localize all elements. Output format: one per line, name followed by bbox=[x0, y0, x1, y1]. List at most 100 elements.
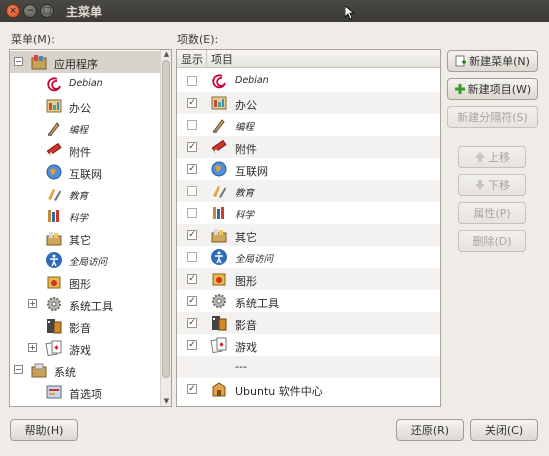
tree-item[interactable]: + 系统工具 bbox=[10, 293, 160, 315]
item-row[interactable]: ✓ 图形 bbox=[177, 268, 440, 290]
show-checkbox[interactable]: ✓ bbox=[187, 274, 197, 284]
show-checkbox[interactable]: ✓ bbox=[187, 164, 197, 174]
collapse-icon[interactable]: − bbox=[14, 365, 23, 374]
science-icon bbox=[48, 210, 59, 222]
item-column-header[interactable]: 项目 bbox=[207, 50, 440, 68]
item-label: 游戏 bbox=[235, 341, 257, 354]
multimedia-icon bbox=[212, 316, 227, 331]
item-label: 编程 bbox=[235, 122, 255, 133]
move-down-label: 下移 bbox=[488, 179, 510, 192]
separator-label: --- bbox=[235, 360, 247, 373]
item-label: 影音 bbox=[235, 319, 257, 332]
new-menu-icon bbox=[455, 55, 467, 67]
delete-button[interactable]: 删除(D) bbox=[458, 230, 526, 252]
show-checkbox[interactable]: ✓ bbox=[187, 384, 197, 394]
show-checkbox[interactable] bbox=[187, 120, 197, 130]
collapse-icon[interactable]: − bbox=[14, 57, 23, 66]
new-separator-label: 新建分隔符(S) bbox=[457, 111, 528, 124]
show-checkbox[interactable]: ✓ bbox=[187, 142, 197, 152]
item-row[interactable]: 科学 bbox=[177, 202, 440, 224]
tree-item[interactable]: 图形 bbox=[10, 271, 160, 293]
tree-item[interactable]: 科学 bbox=[10, 205, 160, 227]
tree-item-label: 图形 bbox=[69, 278, 91, 291]
item-row[interactable]: ✓ 其它 bbox=[177, 224, 440, 246]
scroll-down-arrow-icon[interactable]: ▼ bbox=[162, 398, 171, 405]
menu-tree[interactable]: − 应用程序 Debian 办公 编程 附件 互联网 教育 科学 其它 全局访问 图形 + 系统工具 影音 +… bbox=[9, 49, 172, 407]
software-center-icon bbox=[212, 382, 226, 397]
tree-item[interactable]: 教育 bbox=[10, 183, 160, 205]
close-window-icon[interactable]: × bbox=[6, 4, 20, 18]
tree-item[interactable]: Debian bbox=[10, 73, 160, 95]
scroll-up-arrow-icon[interactable]: ▲ bbox=[162, 51, 171, 58]
games-cards-icon bbox=[45, 340, 62, 357]
item-label: 图形 bbox=[235, 275, 257, 288]
tree-item[interactable]: 影音 bbox=[10, 315, 160, 337]
tree-item[interactable]: 首选项 bbox=[10, 381, 160, 403]
item-row[interactable]: ✓ 系统工具 bbox=[177, 290, 440, 312]
revert-button[interactable]: 还原(R) bbox=[396, 419, 464, 441]
system-tools-gear-icon bbox=[212, 294, 226, 308]
item-label: 科学 bbox=[235, 210, 255, 221]
tree-item-label: 教育 bbox=[69, 191, 89, 202]
show-checkbox[interactable] bbox=[187, 76, 197, 86]
tree-item[interactable]: − 系统 bbox=[10, 359, 160, 381]
menu-tree-scrollbar[interactable]: ▲ ▼ bbox=[160, 50, 171, 406]
item-label: 全局访问 bbox=[235, 254, 274, 265]
item-row[interactable]: ✓ Ubuntu 软件中心 bbox=[177, 378, 440, 400]
scrollbar-thumb[interactable] bbox=[162, 60, 170, 378]
show-checkbox[interactable] bbox=[187, 252, 197, 262]
tree-item-label: 科学 bbox=[69, 213, 89, 224]
show-checkbox[interactable] bbox=[187, 208, 197, 218]
new-item-label: 新建项目(W) bbox=[467, 83, 532, 96]
show-checkbox[interactable]: ✓ bbox=[187, 230, 197, 240]
item-row[interactable]: ✓ 游戏 bbox=[177, 334, 440, 356]
applications-folder-icon bbox=[31, 55, 47, 70]
tree-item[interactable]: 全局访问 bbox=[10, 249, 160, 271]
items-list[interactable]: 显示 项目 Debian ✓ 办公编程 ✓ 附件 ✓ 互联网 教育科学 ✓ 其它全局访问 ✓ 图形 ✓ 系… bbox=[176, 49, 441, 407]
plus-icon bbox=[454, 84, 465, 94]
internet-globe-icon bbox=[211, 161, 227, 177]
item-row[interactable]: ✓ 影音 bbox=[177, 312, 440, 334]
item-row[interactable]: 教育 bbox=[177, 180, 440, 202]
separator-row[interactable]: --- bbox=[177, 356, 440, 378]
new-item-button[interactable]: 新建项目(W) bbox=[447, 78, 538, 100]
item-row[interactable]: ✓ 办公 bbox=[177, 92, 440, 114]
tree-item[interactable]: + 游戏 bbox=[10, 337, 160, 359]
show-column-header[interactable]: 显示 bbox=[177, 50, 207, 68]
internet-globe-icon bbox=[46, 164, 62, 180]
title-bar: × − □ 主菜单 bbox=[0, 0, 549, 22]
minimize-window-icon[interactable]: − bbox=[23, 4, 37, 18]
properties-button[interactable]: 属性(P) bbox=[458, 202, 526, 224]
expand-icon[interactable]: + bbox=[28, 299, 37, 308]
tree-item[interactable]: 办公 bbox=[10, 95, 160, 117]
show-checkbox[interactable] bbox=[187, 186, 197, 196]
item-row[interactable]: 编程 bbox=[177, 114, 440, 136]
close-button[interactable]: 关闭(C) bbox=[470, 419, 538, 441]
maximize-window-icon[interactable]: □ bbox=[40, 4, 54, 18]
arrow-up-icon bbox=[475, 152, 485, 162]
move-down-button[interactable]: 下移 bbox=[458, 174, 526, 196]
show-checkbox[interactable]: ✓ bbox=[187, 318, 197, 328]
education-icon bbox=[213, 186, 226, 198]
item-row[interactable]: Debian bbox=[177, 70, 440, 92]
help-button[interactable]: 帮助(H) bbox=[10, 419, 78, 441]
item-row[interactable]: ✓ 互联网 bbox=[177, 158, 440, 180]
tree-item[interactable]: − 应用程序 bbox=[10, 51, 160, 73]
new-menu-button[interactable]: 新建菜单(N) bbox=[447, 50, 538, 72]
tree-item[interactable]: 编程 bbox=[10, 117, 160, 139]
expand-icon[interactable]: + bbox=[28, 343, 37, 352]
show-checkbox[interactable]: ✓ bbox=[187, 98, 197, 108]
tree-item-label: 应用程序 bbox=[54, 58, 98, 71]
window-controls: × − □ bbox=[6, 4, 54, 18]
show-checkbox[interactable]: ✓ bbox=[187, 340, 197, 350]
item-row[interactable]: ✓ 附件 bbox=[177, 136, 440, 158]
item-row[interactable]: 全局访问 bbox=[177, 246, 440, 268]
show-checkbox[interactable]: ✓ bbox=[187, 296, 197, 306]
other-icon bbox=[211, 229, 227, 243]
tree-item[interactable]: 附件 bbox=[10, 139, 160, 161]
new-separator-button[interactable]: 新建分隔符(S) bbox=[447, 106, 538, 128]
move-up-button[interactable]: 上移 bbox=[458, 146, 526, 168]
revert-label: 还原(R) bbox=[410, 424, 450, 437]
tree-item[interactable]: 其它 bbox=[10, 227, 160, 249]
tree-item[interactable]: 互联网 bbox=[10, 161, 160, 183]
